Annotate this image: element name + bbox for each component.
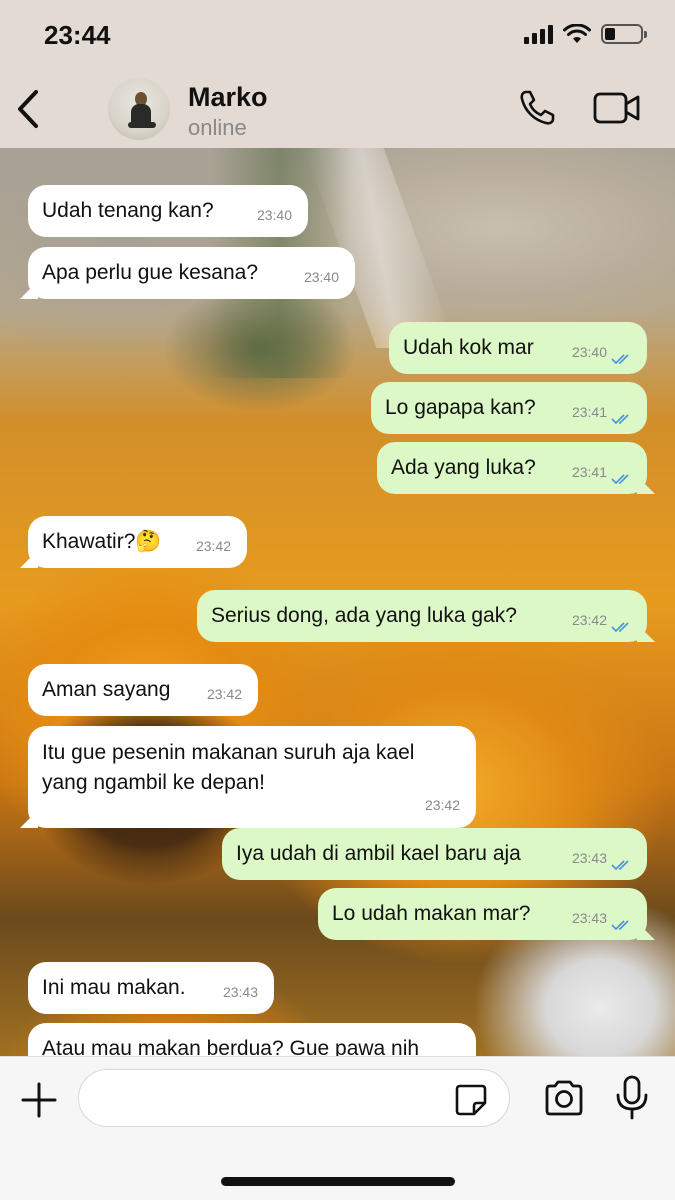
read-receipt-icon [611,474,629,485]
home-indicator [221,1177,455,1186]
message-incoming[interactable]: Itu gue pesenin makanan suruh aja kael y… [28,726,476,828]
status-time: 23:44 [44,20,111,50]
video-camera-icon[interactable] [592,90,642,126]
message-outgoing[interactable]: Ada yang luka? 23:41 [377,442,647,494]
message-input[interactable] [78,1069,510,1127]
message-outgoing[interactable]: Udah kok mar 23:40 [389,322,647,374]
plus-icon[interactable] [20,1081,58,1119]
message-incoming[interactable]: Ini mau makan. 23:43 [28,962,274,1014]
status-icons [524,24,647,44]
message-outgoing[interactable]: Lo udah makan mar? 23:43 [318,888,647,940]
read-receipt-icon [611,354,629,365]
message-incoming[interactable]: Udah tenang kan? 23:40 [28,185,308,237]
message-outgoing[interactable]: Iya udah di ambil kael baru aja 23:43 [222,828,647,880]
read-receipt-icon [611,414,629,425]
battery-level [605,28,615,40]
sticker-icon[interactable] [454,1083,488,1117]
phone-icon[interactable] [517,88,557,128]
message-incoming[interactable]: Atau mau makan berdua? Gue pawa nih [28,1023,476,1056]
message-outgoing[interactable]: Serius dong, ada yang luka gak? 23:42 [197,590,647,642]
message-outgoing[interactable]: Lo gapapa kan? 23:41 [371,382,647,434]
camera-icon[interactable] [543,1079,585,1117]
message-composer [0,1056,675,1200]
read-receipt-icon [611,622,629,633]
microphone-icon[interactable] [614,1075,650,1121]
message-incoming[interactable]: Apa perlu gue kesana? 23:40 [28,247,355,299]
contact-status: online [188,115,247,140]
contact-name[interactable]: Marko [188,82,268,113]
message-incoming[interactable]: Khawatir?🤔 23:42 [28,516,247,568]
cellular-signal-icon [524,24,553,44]
back-chevron-icon[interactable] [12,86,48,132]
chat-header: 23:44 Marko online [0,0,675,148]
message-list[interactable]: Udah tenang kan? 23:40 Apa perlu gue kesa… [0,148,675,1056]
message-incoming[interactable]: Aman sayang 23:42 [28,664,258,716]
read-receipt-icon [611,860,629,871]
battery-icon [601,24,647,44]
read-receipt-icon [611,920,629,931]
contact-avatar[interactable] [108,78,170,140]
wifi-icon [563,24,591,43]
